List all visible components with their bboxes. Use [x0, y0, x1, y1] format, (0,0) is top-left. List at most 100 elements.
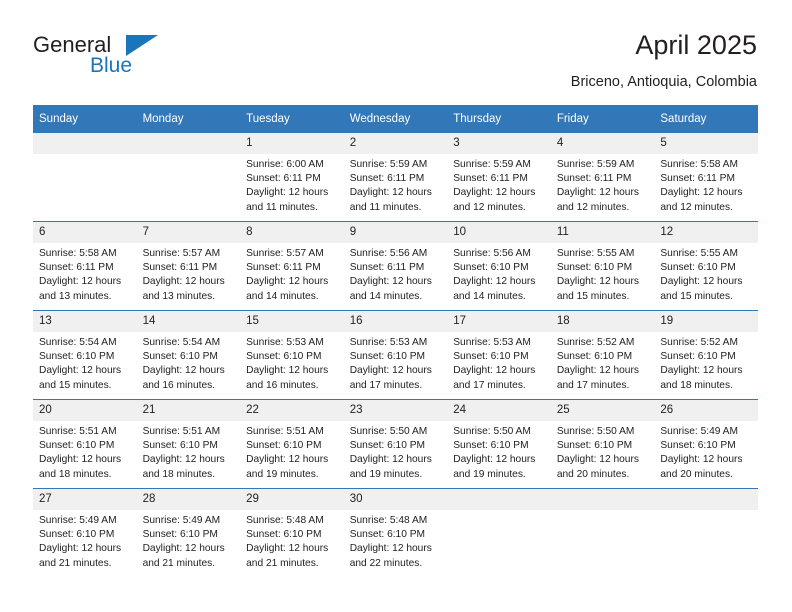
day-details: Sunrise: 5:55 AM Sunset: 6:10 PM Daylight:… — [654, 243, 758, 304]
calendar-week-row: 6 Sunrise: 5:58 AM Sunset: 6:11 PM Daylight… — [33, 221, 758, 311]
sunset-text: Sunset: 6:10 PM — [660, 351, 736, 363]
weekday-header-tuesday: Tuesday — [240, 105, 344, 133]
daylight-text: Daylight: 12 hours and 11 minutes. — [349, 187, 432, 213]
calendar-day-cell[interactable]: 19 Sunrise: 5:52 AM Sunset: 6:10 PM Dayligh… — [654, 310, 758, 400]
weekday-header-saturday: Saturday — [654, 105, 758, 133]
calendar-day-cell[interactable]: 4 Sunrise: 5:59 AM Sunset: 6:11 PM Daylight… — [550, 133, 655, 222]
daylight-text: Daylight: 12 hours and 20 minutes. — [660, 454, 743, 480]
weekday-header-thursday: Thursday — [447, 105, 551, 133]
calendar-day-cell[interactable]: 5 Sunrise: 5:58 AM Sunset: 6:11 PM Daylight… — [654, 133, 758, 222]
sunset-text: Sunset: 6:10 PM — [556, 262, 633, 274]
day-details: Sunrise: 5:58 AM Sunset: 6:11 PM Daylight:… — [33, 243, 137, 304]
sunrise-text: Sunrise: 5:50 AM — [453, 426, 531, 437]
calendar-day-cell[interactable]: 15 Sunrise: 5:53 AM Sunset: 6:10 PM Dayligh… — [240, 310, 344, 400]
day-details: Sunrise: 5:55 AM Sunset: 6:10 PM Daylight:… — [551, 243, 655, 304]
general-blue-logo[interactable]: General Blue — [33, 32, 233, 88]
sunset-text: Sunset: 6:11 PM — [349, 262, 425, 274]
sunrise-text: Sunrise: 5:52 AM — [660, 337, 738, 348]
sunrise-text: Sunrise: 5:56 AM — [453, 248, 531, 259]
daylight-text: Daylight: 12 hours and 17 minutes. — [453, 365, 536, 391]
day-number — [33, 133, 137, 154]
calendar-day-cell[interactable]: 3 Sunrise: 5:59 AM Sunset: 6:11 PM Daylight… — [447, 133, 551, 222]
day-number: 17 — [447, 311, 551, 332]
calendar-day-cell[interactable]: 16 Sunrise: 5:53 AM Sunset: 6:10 PM Dayligh… — [343, 310, 448, 400]
calendar-day-cell[interactable]: 20 Sunrise: 5:51 AM Sunset: 6:10 PM Dayligh… — [33, 399, 137, 489]
day-details: Sunrise: 5:49 AM Sunset: 6:10 PM Daylight:… — [137, 510, 241, 571]
calendar-header-row: Sunday Monday Tuesday Wednesday Thursday… — [33, 105, 758, 133]
sunset-text: Sunset: 6:11 PM — [142, 262, 218, 274]
calendar-day-cell-empty — [33, 133, 137, 222]
calendar-day-cell[interactable]: 30 Sunrise: 5:48 AM Sunset: 6:10 PM Dayligh… — [343, 488, 448, 577]
daylight-text: Daylight: 12 hours and 12 minutes. — [556, 187, 639, 213]
day-number — [550, 489, 655, 510]
weekday-header-monday: Monday — [136, 105, 241, 133]
calendar-page: General Blue April 2025 Briceno, Antioqu… — [0, 0, 792, 612]
daylight-text: Daylight: 12 hours and 15 minutes. — [660, 276, 743, 302]
day-details: Sunrise: 5:53 AM Sunset: 6:10 PM Daylight:… — [240, 332, 344, 393]
sunrise-text: Sunrise: 5:57 AM — [246, 248, 324, 259]
weekday-header-friday: Friday — [550, 105, 655, 133]
calendar-day-cell[interactable]: 27 Sunrise: 5:49 AM Sunset: 6:10 PM Dayligh… — [33, 488, 137, 577]
calendar-day-cell[interactable]: 22 Sunrise: 5:51 AM Sunset: 6:10 PM Dayligh… — [240, 399, 344, 489]
calendar-day-cell[interactable]: 29 Sunrise: 5:48 AM Sunset: 6:10 PM Dayligh… — [240, 488, 344, 577]
calendar-day-cell[interactable]: 21 Sunrise: 5:51 AM Sunset: 6:10 PM Dayligh… — [136, 399, 241, 489]
day-details: Sunrise: 5:58 AM Sunset: 6:11 PM Daylight:… — [654, 154, 758, 215]
day-number — [447, 489, 551, 510]
calendar-day-cell[interactable]: 2 Sunrise: 5:59 AM Sunset: 6:11 PM Daylight… — [343, 133, 448, 222]
calendar-day-cell[interactable]: 18 Sunrise: 5:52 AM Sunset: 6:10 PM Dayligh… — [550, 310, 655, 400]
daylight-text: Daylight: 12 hours and 16 minutes. — [142, 365, 225, 391]
daylight-text: Daylight: 12 hours and 13 minutes. — [142, 276, 225, 302]
day-number: 29 — [240, 489, 344, 510]
day-details: Sunrise: 5:54 AM Sunset: 6:10 PM Daylight:… — [33, 332, 137, 393]
sunrise-text: Sunrise: 5:57 AM — [142, 248, 221, 259]
day-details: Sunrise: 5:48 AM Sunset: 6:10 PM Daylight:… — [344, 510, 448, 571]
calendar-day-cell[interactable]: 26 Sunrise: 5:49 AM Sunset: 6:10 PM Dayligh… — [654, 399, 758, 489]
calendar-day-cell[interactable]: 6 Sunrise: 5:58 AM Sunset: 6:11 PM Daylight… — [33, 221, 137, 311]
day-number: 23 — [343, 400, 448, 421]
sunrise-text: Sunrise: 5:58 AM — [39, 248, 117, 259]
calendar-day-cell[interactable]: 23 Sunrise: 5:50 AM Sunset: 6:10 PM Dayligh… — [343, 399, 448, 489]
calendar-week-row: 13 Sunrise: 5:54 AM Sunset: 6:10 PM Dayligh… — [33, 310, 758, 400]
day-number: 16 — [343, 311, 448, 332]
sunrise-text: Sunrise: 5:58 AM — [660, 159, 738, 170]
weekday-header-wednesday: Wednesday — [343, 105, 448, 133]
day-number: 25 — [550, 400, 655, 421]
calendar-day-cell[interactable]: 28 Sunrise: 5:49 AM Sunset: 6:10 PM Dayligh… — [136, 488, 241, 577]
sunrise-text: Sunrise: 5:54 AM — [39, 337, 117, 348]
calendar-day-cell[interactable]: 9 Sunrise: 5:56 AM Sunset: 6:11 PM Daylight… — [343, 221, 448, 311]
calendar-day-cell[interactable]: 25 Sunrise: 5:50 AM Sunset: 6:10 PM Dayligh… — [550, 399, 655, 489]
calendar-day-cell[interactable]: 1 Sunrise: 6:00 AM Sunset: 6:11 PM Daylight… — [240, 133, 344, 222]
daylight-text: Daylight: 12 hours and 17 minutes. — [556, 365, 639, 391]
sunrise-text: Sunrise: 5:54 AM — [142, 337, 221, 348]
calendar-day-cell[interactable]: 13 Sunrise: 5:54 AM Sunset: 6:10 PM Dayligh… — [33, 310, 137, 400]
day-number: 20 — [33, 400, 137, 421]
sunset-text: Sunset: 6:10 PM — [349, 440, 426, 452]
weekday-header-sunday: Sunday — [33, 105, 137, 133]
sunset-text: Sunset: 6:10 PM — [556, 440, 633, 452]
calendar-day-cell[interactable]: 10 Sunrise: 5:56 AM Sunset: 6:10 PM Dayligh… — [447, 221, 551, 311]
day-details: Sunrise: 5:54 AM Sunset: 6:10 PM Daylight:… — [137, 332, 241, 393]
calendar-day-cell[interactable]: 14 Sunrise: 5:54 AM Sunset: 6:10 PM Dayligh… — [136, 310, 241, 400]
daylight-text: Daylight: 12 hours and 12 minutes. — [453, 187, 536, 213]
daylight-text: Daylight: 12 hours and 11 minutes. — [246, 187, 329, 213]
sunrise-text: Sunrise: 5:55 AM — [556, 248, 635, 259]
sunset-text: Sunset: 6:10 PM — [453, 351, 529, 363]
day-number: 11 — [550, 222, 655, 243]
calendar-day-cell[interactable]: 24 Sunrise: 5:50 AM Sunset: 6:10 PM Dayligh… — [447, 399, 551, 489]
day-details: Sunrise: 5:49 AM Sunset: 6:10 PM Daylight:… — [654, 421, 758, 482]
calendar-day-cell[interactable]: 7 Sunrise: 5:57 AM Sunset: 6:11 PM Daylight… — [136, 221, 241, 311]
sunset-text: Sunset: 6:10 PM — [142, 440, 218, 452]
daylight-text: Daylight: 12 hours and 20 minutes. — [556, 454, 639, 480]
sunset-text: Sunset: 6:10 PM — [39, 440, 115, 452]
day-number: 4 — [550, 133, 655, 154]
calendar-week-row: 20 Sunrise: 5:51 AM Sunset: 6:10 PM Dayligh… — [33, 399, 758, 489]
calendar-day-cell[interactable]: 11 Sunrise: 5:55 AM Sunset: 6:10 PM Dayligh… — [550, 221, 655, 311]
calendar-day-cell[interactable]: 17 Sunrise: 5:53 AM Sunset: 6:10 PM Dayligh… — [447, 310, 551, 400]
day-number: 7 — [136, 222, 241, 243]
day-number — [654, 489, 758, 510]
sunset-text: Sunset: 6:10 PM — [39, 351, 115, 363]
calendar-day-cell[interactable]: 12 Sunrise: 5:55 AM Sunset: 6:10 PM Dayligh… — [654, 221, 758, 311]
day-number: 13 — [33, 311, 137, 332]
calendar-day-cell[interactable]: 8 Sunrise: 5:57 AM Sunset: 6:11 PM Daylight… — [240, 221, 344, 311]
sunrise-text: Sunrise: 5:51 AM — [142, 426, 221, 437]
